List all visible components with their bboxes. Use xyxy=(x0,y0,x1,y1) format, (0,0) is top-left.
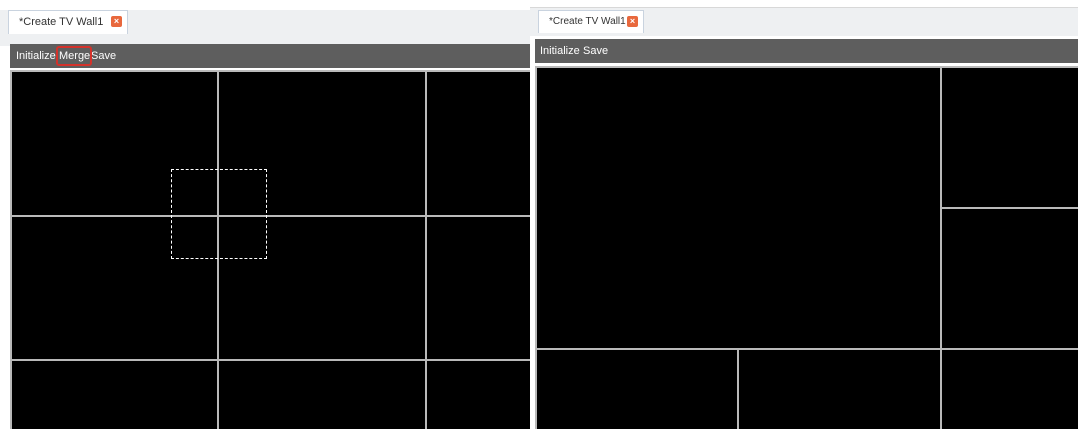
tab-bar: *Create TV Wall1 × xyxy=(530,7,1078,36)
tab-create-tv-wall[interactable]: *Create TV Wall1 × xyxy=(8,10,128,34)
close-icon[interactable]: × xyxy=(111,16,122,27)
tv-wall-grid xyxy=(535,66,1078,429)
screen-cell[interactable] xyxy=(427,217,530,359)
screen-cell[interactable] xyxy=(12,361,217,429)
screen-cell[interactable] xyxy=(942,209,1078,348)
screen-cell[interactable] xyxy=(12,72,217,215)
close-icon[interactable]: × xyxy=(627,16,638,27)
initialize-button[interactable]: Initialize xyxy=(540,39,580,63)
wall-toolbar: Initialize Save xyxy=(535,39,1078,63)
initialize-button[interactable]: Initialize xyxy=(16,44,56,68)
tab-title: *Create TV Wall1 xyxy=(549,16,626,27)
tv-wall-before-merge: *Create TV Wall1 × Initialize Merge Save xyxy=(0,0,530,429)
save-button[interactable]: Save xyxy=(91,44,116,68)
screen-cell[interactable] xyxy=(427,72,530,215)
merge-button-highlight xyxy=(56,46,92,66)
merged-screen-cell[interactable] xyxy=(537,68,940,348)
tab-bar: *Create TV Wall1 × xyxy=(0,10,530,46)
screen-cell[interactable] xyxy=(219,361,425,429)
screen-cell[interactable] xyxy=(942,350,1078,429)
screen-cell[interactable] xyxy=(427,361,530,429)
tab-create-tv-wall[interactable]: *Create TV Wall1 × xyxy=(538,10,644,33)
save-button[interactable]: Save xyxy=(583,39,608,63)
screen-cell[interactable] xyxy=(219,217,425,359)
screen-cell[interactable] xyxy=(12,217,217,359)
screen-cell[interactable] xyxy=(219,72,425,215)
tv-wall-after-merge: *Create TV Wall1 × Initialize Save xyxy=(530,0,1078,429)
screen-cell[interactable] xyxy=(537,350,737,429)
screen-cell[interactable] xyxy=(739,350,940,429)
tv-wall-grid xyxy=(10,70,530,429)
wall-toolbar: Initialize Merge Save xyxy=(10,44,530,68)
screen-cell[interactable] xyxy=(942,68,1078,207)
tab-title: *Create TV Wall1 xyxy=(19,16,104,28)
